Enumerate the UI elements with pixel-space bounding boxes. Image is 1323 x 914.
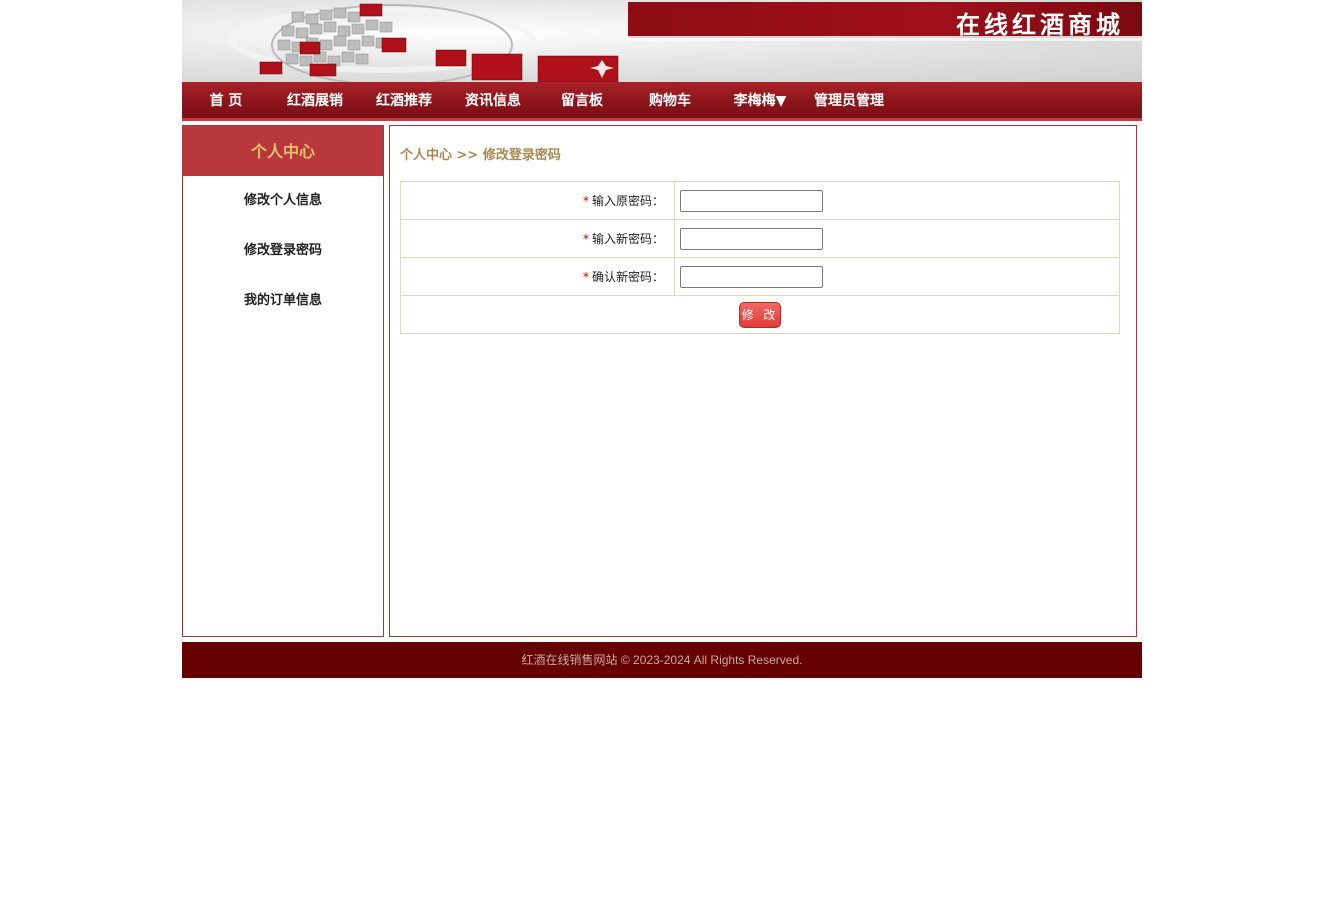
form-field-cell [674,257,1120,296]
password-form: * 输入原密码： * 输入新密码： * 确认新密码： 修 改 [400,181,1120,334]
sidebar-item-edit-profile[interactable]: 修改个人信息 [183,176,383,226]
sidebar-title: 个人中心 [183,126,383,176]
form-row-submit: 修 改 [400,295,1120,334]
form-label-cell: * 输入新密码： [400,219,675,258]
nav-item-news[interactable]: 资讯信息 [460,82,526,118]
form-field-cell [674,181,1120,220]
site-title: 在线红酒商城 [956,10,1124,39]
required-mark: * [582,270,589,284]
form-row-new-password: * 输入新密码： [400,219,1120,258]
required-mark: * [582,232,589,246]
form-row-old-password: * 输入原密码： [400,181,1120,220]
confirm-password-input[interactable] [680,265,823,288]
form-row-confirm-password: * 确认新密码： [400,257,1120,296]
sidebar: 个人中心 修改个人信息 修改登录密码 我的订单信息 [182,125,384,637]
confirm-password-label: 确认新密码： [591,270,664,284]
nav-item-wine-recommend[interactable]: 红酒推荐 [371,82,437,118]
nav-item-cart[interactable]: 购物车 [643,82,697,118]
title-bar: 在线红酒商城 [628,2,1142,41]
sidebar-item-change-password[interactable]: 修改登录密码 [183,226,383,276]
nav-item-home[interactable]: 首 页 [200,82,252,118]
form-field-cell [674,219,1120,258]
new-password-input[interactable] [680,227,823,250]
required-mark: * [582,194,589,208]
header-banner: 在线红酒商城 [182,0,1142,82]
submit-button[interactable]: 修 改 [739,301,781,328]
sidebar-item-my-orders[interactable]: 我的订单信息 [183,276,383,326]
old-password-input[interactable] [680,189,823,212]
breadcrumb: 个人中心 >> 修改登录密码 [400,148,561,163]
nav-item-admin[interactable]: 管理员管理 [810,82,888,118]
submit-cell: 修 改 [400,295,1120,334]
nav-item-wine-sales[interactable]: 红酒展销 [282,82,348,118]
footer: 红酒在线销售网站 © 2023-2024 All Rights Reserved… [182,642,1142,678]
old-password-label: 输入原密码： [591,194,664,208]
nav-item-user-menu[interactable]: 李梅梅▼ [728,82,792,118]
nav-item-message-board[interactable]: 留言板 [555,82,609,118]
main-panel: 个人中心 >> 修改登录密码 * 输入原密码： * 输入新密码： * 确认新密码… [389,125,1137,637]
main-nav: 首 页 红酒展销 红酒推荐 资讯信息 留言板 购物车 李梅梅▼ 管理员管理 [182,82,1142,121]
new-password-label: 输入新密码： [591,232,664,246]
title-bar-stripe [628,38,1142,41]
form-label-cell: * 输入原密码： [400,181,675,220]
form-label-cell: * 确认新密码： [400,257,675,296]
